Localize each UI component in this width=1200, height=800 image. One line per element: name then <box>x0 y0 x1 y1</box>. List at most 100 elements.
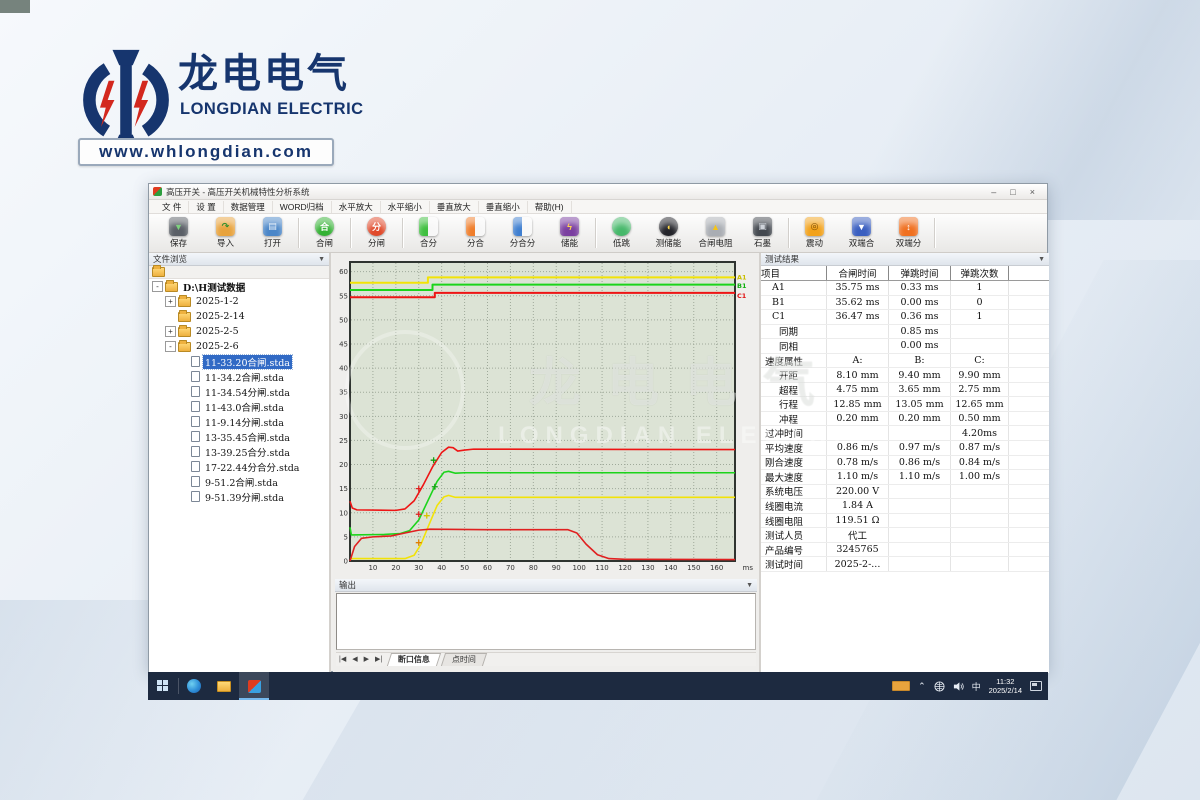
tree-item-label: 13-39.25合分.stda <box>203 445 292 459</box>
tree-expander[interactable]: + <box>165 326 176 337</box>
toolbar-button-open-close[interactable]: 分合 <box>452 214 499 252</box>
close-open-icon <box>419 217 438 236</box>
menu-item[interactable]: 帮助(H) <box>528 201 572 213</box>
toolbar-button-low-trip[interactable]: 低跳 <box>598 214 645 252</box>
tab-1[interactable]: 断口信息 <box>387 653 441 666</box>
chevron-down-icon[interactable]: ▼ <box>746 582 753 589</box>
maximize-button[interactable]: □ <box>1010 187 1015 197</box>
vibration-icon: ◎ <box>805 217 824 236</box>
tray-expand-icon[interactable]: ⌃ <box>918 681 926 692</box>
tree-item[interactable]: -D:\H测试数据 <box>149 279 329 294</box>
tree-item[interactable]: 17-22.44分合分.stda <box>149 459 329 474</box>
toolbar-button-energy-store[interactable]: ϟ储能 <box>546 214 593 252</box>
toolbar-button-open-close-open[interactable]: 分合分 <box>499 214 546 252</box>
toolbar-button-measure-energy[interactable]: ◖测储能 <box>645 214 692 252</box>
menu-item[interactable]: 数据管理 <box>224 201 273 213</box>
toolbar-button-close-op[interactable]: 合合闸 <box>301 214 348 252</box>
battery-tray-icon[interactable] <box>892 681 910 691</box>
folder-icon[interactable] <box>152 267 165 277</box>
tree-item[interactable]: 13-39.25合分.stda <box>149 444 329 459</box>
tab-2[interactable]: 点时间 <box>441 653 487 666</box>
tree-item[interactable]: +2025-2-5 <box>149 324 329 339</box>
tree-expander[interactable]: - <box>152 281 163 292</box>
network-icon[interactable] <box>934 681 945 692</box>
toolbar-button-label: 导入 <box>217 237 234 249</box>
toolbar-button-label: 合分 <box>420 237 437 249</box>
result-value-extra <box>1009 499 1051 513</box>
result-value-b <box>889 557 951 571</box>
results-table: 项目合闸时间弹跳时间弹跳次数A135.75 ms0.33 ms1B135.62 … <box>761 266 1049 673</box>
results-row: 线圈电阻119.51 Ω <box>761 514 1049 529</box>
tab-nav-arrow[interactable]: ◀ <box>349 653 360 666</box>
input-method-indicator[interactable]: 中 <box>972 680 981 693</box>
toolbar-button-close-open[interactable]: 合分 <box>405 214 452 252</box>
tree-item[interactable]: 9-51.39分闸.stda <box>149 489 329 504</box>
tree-item[interactable]: 11-34.54分闸.stda <box>149 384 329 399</box>
tree-item[interactable]: +2025-1-2 <box>149 294 329 309</box>
menu-item[interactable]: 设 置 <box>189 201 223 213</box>
menu-item[interactable]: 文 件 <box>155 201 189 213</box>
toolbar-button-open-op[interactable]: 分分闸 <box>353 214 400 252</box>
results-row: 速度属性A:B:C: <box>761 354 1049 369</box>
result-value-c: 9.90 mm <box>951 368 1009 382</box>
toolbar-button-closing-resistor[interactable]: ▲合闸电阻 <box>692 214 739 252</box>
start-button[interactable] <box>148 672 178 700</box>
clock[interactable]: 11:32 2025/2/14 <box>989 677 1022 695</box>
toolbar-button-save[interactable]: ▼保存 <box>155 214 202 252</box>
file-explorer-icon[interactable] <box>209 672 239 700</box>
tree-item[interactable]: 11-33.20合闸.stda <box>149 354 329 369</box>
tree-item[interactable]: 11-9.14分闸.stda <box>149 414 329 429</box>
toolbar-button-vibration[interactable]: ◎震动 <box>791 214 838 252</box>
result-value-a: 1.84 A <box>827 499 889 513</box>
menu-item[interactable]: 水平缩小 <box>381 201 430 213</box>
tree-connector <box>178 461 189 472</box>
tree-item[interactable]: 11-34.2合闸.stda <box>149 369 329 384</box>
tree-item[interactable]: 11-43.0合闸.stda <box>149 399 329 414</box>
result-value-b: 0.97 m/s <box>889 441 951 455</box>
graphite-icon: ▣ <box>753 217 772 236</box>
output-header[interactable]: 输出 ▼ <box>335 579 757 592</box>
result-value-c <box>951 528 1009 542</box>
toolbar-button-label: 震动 <box>806 237 823 249</box>
chevron-down-icon[interactable]: ▼ <box>1038 256 1045 263</box>
tree-expander[interactable]: + <box>165 296 176 307</box>
tree-expander[interactable]: - <box>165 341 176 352</box>
chart-plot-area[interactable] <box>350 262 735 561</box>
output-textarea[interactable] <box>336 593 756 650</box>
volume-icon[interactable] <box>953 681 964 692</box>
toolbar-button-graphite[interactable]: ▣石墨 <box>739 214 786 252</box>
minimize-button[interactable]: – <box>991 187 996 197</box>
toolbar-button-dual-close[interactable]: ▼双端合 <box>838 214 885 252</box>
notification-center-icon[interactable] <box>1030 681 1042 691</box>
toolbar-button-dual-open[interactable]: ↕双端分 <box>885 214 932 252</box>
tree-item[interactable]: 13-35.45合闸.stda <box>149 429 329 444</box>
menu-item[interactable]: WORD归档 <box>273 201 332 213</box>
results-row: 行程12.85 mm13.05 mm12.65 mm <box>761 397 1049 412</box>
file-browser-header[interactable]: 文件浏览 ▼ <box>149 253 329 266</box>
toolbar-button-open[interactable]: ▤打开 <box>249 214 296 252</box>
tab-nav-arrow[interactable]: ▶| <box>372 653 385 666</box>
tree-item[interactable]: -2025-2-6 <box>149 339 329 354</box>
app-taskbar-icon[interactable] <box>239 672 269 700</box>
result-value-a: 12.85 mm <box>827 397 889 411</box>
tab-nav-arrow[interactable]: ▶ <box>361 653 372 666</box>
tab-label: 点时间 <box>452 654 476 666</box>
title-bar[interactable]: 高压开关 - 高压开关机械特性分析系统 – □ × <box>149 184 1047 200</box>
menu-item[interactable]: 垂直放大 <box>430 201 479 213</box>
menu-item[interactable]: 垂直缩小 <box>479 201 528 213</box>
result-value-c <box>951 499 1009 513</box>
chevron-down-icon[interactable]: ▼ <box>318 256 325 263</box>
results-header[interactable]: 测试结果 ▼ <box>761 253 1049 266</box>
close-button[interactable]: × <box>1030 187 1035 197</box>
result-value-extra <box>1009 281 1051 295</box>
result-value-b: 0.00 ms <box>889 296 951 310</box>
waveform-chart[interactable]: 1020304050607080901001101201301401501600… <box>335 257 755 575</box>
edge-browser-icon[interactable] <box>179 672 209 700</box>
result-value-a: 119.51 Ω <box>827 514 889 528</box>
menu-item[interactable]: 水平放大 <box>332 201 381 213</box>
result-item-label: 测试时间 <box>761 557 827 571</box>
tree-item[interactable]: 2025-2-14 <box>149 309 329 324</box>
tab-nav-arrow[interactable]: |◀ <box>336 653 349 666</box>
toolbar-button-import[interactable]: ↷导入 <box>202 214 249 252</box>
tree-item[interactable]: 9-51.2合闸.stda <box>149 474 329 489</box>
